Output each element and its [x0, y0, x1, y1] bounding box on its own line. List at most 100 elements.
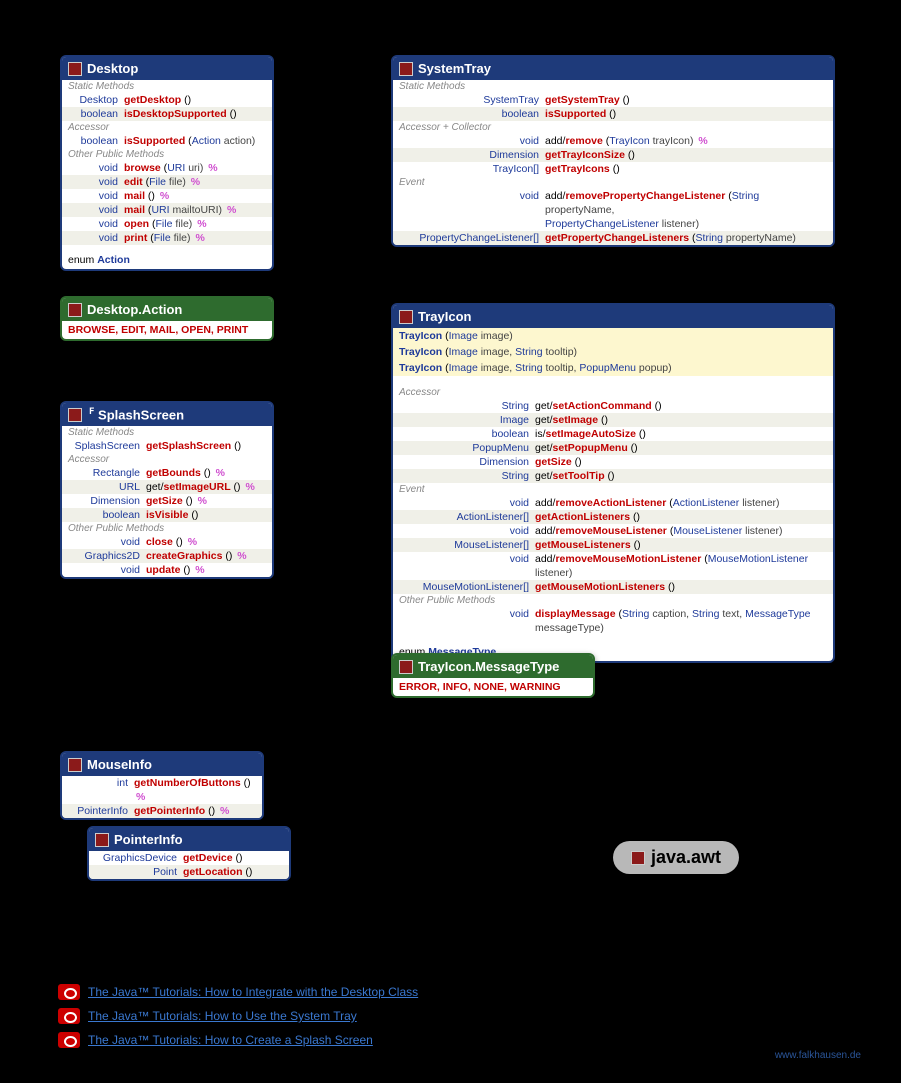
class-title: SplashScreen — [98, 407, 184, 422]
card-header: F SplashScreen — [62, 403, 272, 426]
enum-icon — [68, 303, 82, 317]
method-row: DimensiongetSize () % — [62, 494, 272, 508]
method-row: Stringget/setActionCommand () — [393, 399, 833, 413]
method-row: voidedit (File file) % — [62, 175, 272, 189]
footer-links: The Java™ Tutorials: How to Integrate wi… — [58, 984, 418, 1056]
card-header: TrayIcon — [393, 305, 833, 328]
enum-card-trayicon-messagetype: TrayIcon.MessageType ERROR, INFO, NONE, … — [391, 653, 595, 698]
method-row: TrayIcon[]getTrayIcons () — [393, 162, 833, 176]
method-row: voidadd/removeActionListener (ActionList… — [393, 496, 833, 510]
method-row: Imageget/setImage () — [393, 413, 833, 427]
constructor-row: TrayIcon (Image image) — [393, 328, 833, 344]
final-marker: F — [89, 407, 94, 417]
section-label: Other Public Methods — [393, 594, 833, 607]
method-row: booleanis/setImageAutoSize () — [393, 427, 833, 441]
card-header: SystemTray — [393, 57, 833, 80]
tutorial-link[interactable]: The Java™ Tutorials: How to Integrate wi… — [88, 985, 418, 999]
tutorial-link-row: The Java™ Tutorials: How to Use the Syst… — [58, 1008, 418, 1024]
section-label: Static Methods — [62, 80, 272, 93]
constructor-row: TrayIcon (Image image, String tooltip) — [393, 344, 833, 360]
class-title: TrayIcon — [418, 309, 471, 324]
enum-values: ERROR, INFO, NONE, WARNING — [393, 678, 593, 696]
class-card-trayicon: TrayIcon TrayIcon (Image image) TrayIcon… — [391, 303, 835, 663]
method-row: GraphicsDevicegetDevice () — [89, 851, 289, 865]
section-label: Other Public Methods — [62, 522, 272, 535]
method-row: voidopen (File file) % — [62, 217, 272, 231]
section-label: Accessor + Collector — [393, 121, 833, 134]
package-name: java.awt — [651, 847, 721, 868]
class-title: PointerInfo — [114, 832, 183, 847]
method-row: voiddisplayMessage (String caption, Stri… — [393, 607, 833, 635]
section-label: Accessor — [62, 121, 272, 134]
method-row: Graphics2DcreateGraphics () % — [62, 549, 272, 563]
section-label: Static Methods — [62, 426, 272, 439]
package-badge: java.awt — [613, 841, 739, 874]
method-row: ActionListener[]getActionListeners () — [393, 510, 833, 524]
class-card-splashscreen: F SplashScreen Static Methods SplashScre… — [60, 401, 274, 579]
method-row: voidbrowse (URI uri) % — [62, 161, 272, 175]
section-label: Event — [393, 483, 833, 496]
method-row: voidclose () % — [62, 535, 272, 549]
class-card-mouseinfo: MouseInfo intgetNumberOfButtons () % Poi… — [60, 751, 264, 820]
method-row: voidadd/removeMouseMotionListener (Mouse… — [393, 552, 833, 580]
method-row: booleanisDesktopSupported () — [62, 107, 272, 121]
class-card-pointerinfo: PointerInfo GraphicsDevicegetDevice () P… — [87, 826, 291, 881]
method-row: booleanisSupported (Action action) — [62, 134, 272, 148]
method-row: voidupdate () % — [62, 563, 272, 577]
tutorial-link-row: The Java™ Tutorials: How to Integrate wi… — [58, 984, 418, 1000]
method-row: URLget/setImageURL () % — [62, 480, 272, 494]
package-icon — [631, 851, 645, 865]
method-row: SystemTraygetSystemTray () — [393, 93, 833, 107]
method-row: PropertyChangeListener[]getPropertyChang… — [393, 231, 833, 245]
method-row: DimensiongetTrayIconSize () — [393, 148, 833, 162]
tutorial-link-row: The Java™ Tutorials: How to Create a Spl… — [58, 1032, 418, 1048]
method-row: voidprint (File file) % — [62, 231, 272, 245]
method-row: intgetNumberOfButtons () % — [62, 776, 262, 804]
enum-ref: enum Action — [62, 251, 272, 269]
method-row: Stringget/setToolTip () — [393, 469, 833, 483]
enum-icon — [399, 660, 413, 674]
method-row: voidmail () % — [62, 189, 272, 203]
card-header: MouseInfo — [62, 753, 262, 776]
method-row: SplashScreengetSplashScreen () — [62, 439, 272, 453]
oracle-icon — [58, 1008, 80, 1024]
method-row: booleanisSupported () — [393, 107, 833, 121]
method-row: MouseListener[]getMouseListeners () — [393, 538, 833, 552]
method-row: PointgetLocation () — [89, 865, 289, 879]
method-row: RectanglegetBounds () % — [62, 466, 272, 480]
enum-title: Desktop.Action — [87, 302, 182, 317]
section-label: Event — [393, 176, 833, 189]
class-title: Desktop — [87, 61, 138, 76]
enum-card-desktop-action: Desktop.Action BROWSE, EDIT, MAIL, OPEN,… — [60, 296, 274, 341]
method-row: DesktopgetDesktop () — [62, 93, 272, 107]
tutorial-link[interactable]: The Java™ Tutorials: How to Create a Spl… — [88, 1033, 373, 1047]
method-row: DimensiongetSize () — [393, 455, 833, 469]
method-row: booleanisVisible () — [62, 508, 272, 522]
method-row: PointerInfogetPointerInfo () % — [62, 804, 262, 818]
method-row: voidadd/remove (TrayIcon trayIcon) % — [393, 134, 833, 148]
class-icon — [68, 758, 82, 772]
class-title: SystemTray — [418, 61, 491, 76]
class-icon — [68, 62, 82, 76]
oracle-icon — [58, 984, 80, 1000]
enum-header: TrayIcon.MessageType — [393, 655, 593, 678]
method-row: PopupMenuget/setPopupMenu () — [393, 441, 833, 455]
class-card-desktop: Desktop Static Methods DesktopgetDesktop… — [60, 55, 274, 271]
card-header: PointerInfo — [89, 828, 289, 851]
class-title: MouseInfo — [87, 757, 152, 772]
enum-header: Desktop.Action — [62, 298, 272, 321]
class-card-systemtray: SystemTray Static Methods SystemTraygetS… — [391, 55, 835, 247]
enum-title: TrayIcon.MessageType — [418, 659, 559, 674]
section-label: Accessor — [393, 386, 833, 399]
section-label: Accessor — [62, 453, 272, 466]
class-icon — [399, 62, 413, 76]
method-row: voidadd/removePropertyChangeListener (St… — [393, 189, 833, 217]
section-label: Other Public Methods — [62, 148, 272, 161]
method-row: PropertyChangeListener listener) — [393, 217, 833, 231]
credit-text: www.falkhausen.de — [775, 1050, 861, 1061]
tutorial-link[interactable]: The Java™ Tutorials: How to Use the Syst… — [88, 1009, 357, 1023]
method-row: MouseMotionListener[]getMouseMotionListe… — [393, 580, 833, 594]
oracle-icon — [58, 1032, 80, 1048]
class-icon — [68, 408, 82, 422]
class-icon — [95, 833, 109, 847]
